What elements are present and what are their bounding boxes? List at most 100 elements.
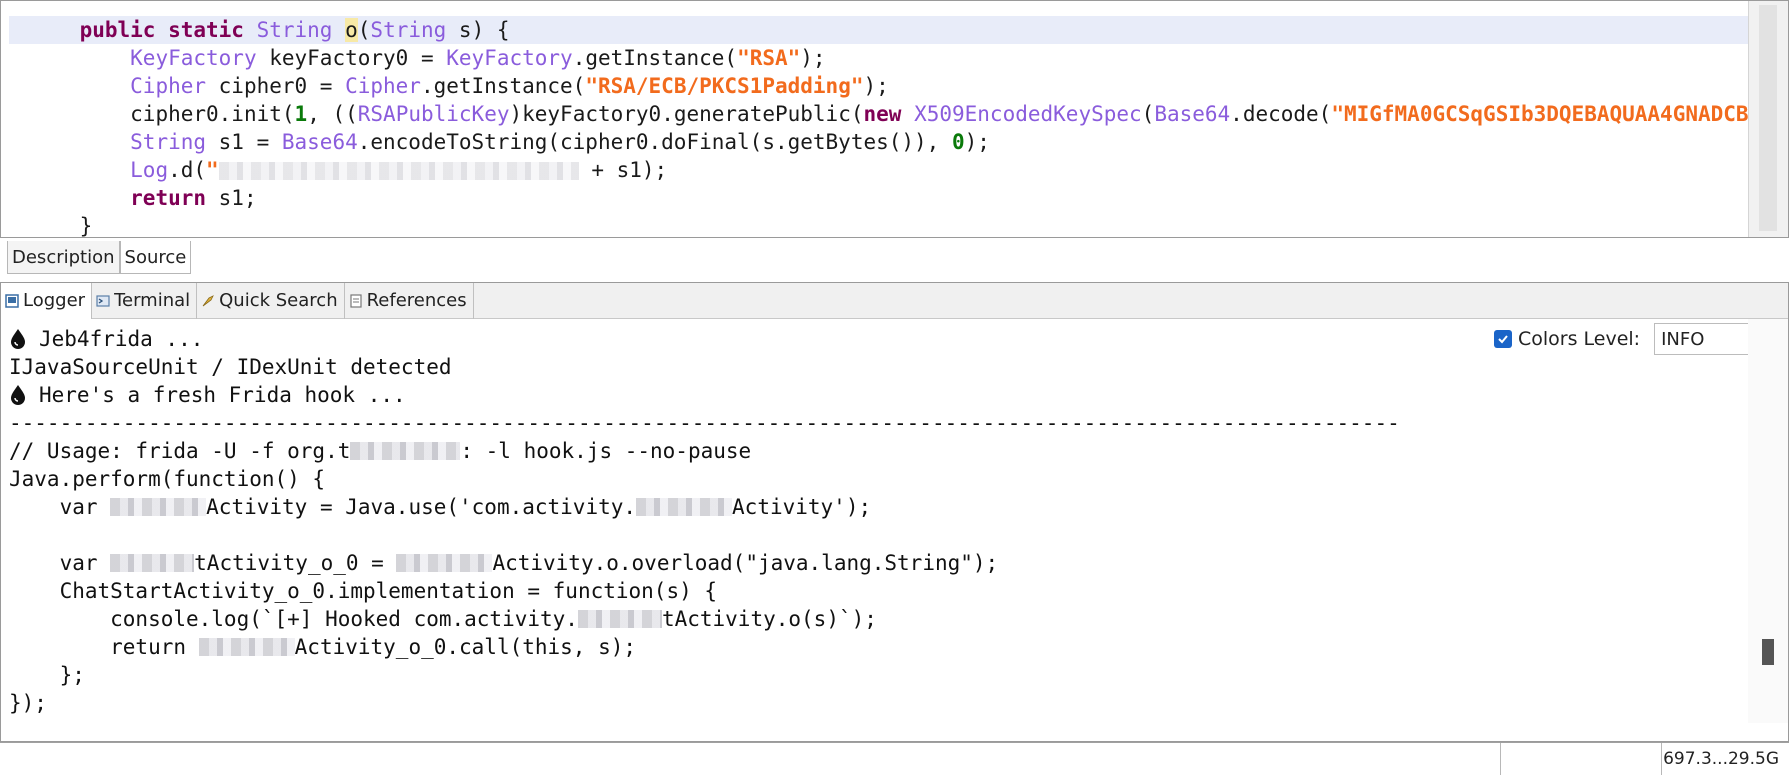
logger-options: Colors Level: INFO bbox=[1494, 323, 1783, 355]
redacted-text bbox=[218, 162, 579, 180]
code-token: cipher0.init( bbox=[130, 102, 295, 126]
log-line: return Activity_o_0.call(this, s); bbox=[9, 633, 1749, 661]
log-line: Jeb4frida ... bbox=[9, 325, 1749, 353]
log-text: IJavaSourceUnit / IDexUnit detected bbox=[9, 355, 452, 379]
editor-scrollbar-thumb[interactable] bbox=[1759, 5, 1777, 231]
code-token: String bbox=[370, 18, 447, 42]
editor-tabs: Description Source bbox=[7, 241, 192, 274]
code-token: s1; bbox=[206, 186, 257, 210]
log-line: console.log(`[+] Hooked com.activity. tAc… bbox=[9, 605, 1749, 633]
colors-checkbox[interactable] bbox=[1494, 330, 1512, 348]
tab-source[interactable]: Source bbox=[119, 241, 192, 274]
log-text: // Usage: frida -U -f org.t bbox=[9, 439, 351, 463]
view-tabs: Logger Terminal Quick Search References bbox=[1, 283, 1788, 319]
code-token: 1 bbox=[294, 102, 308, 126]
code-token: ); bbox=[964, 130, 990, 154]
log-text: }; bbox=[9, 663, 85, 687]
memory-usage[interactable]: 697.3...29.5G bbox=[1663, 749, 1779, 769]
code-token: .decode( bbox=[1230, 102, 1332, 126]
code-editor[interactable]: public static String o(String s) { KeyFa… bbox=[0, 0, 1789, 238]
redacted-text bbox=[577, 610, 662, 628]
editor-scrollbar[interactable] bbox=[1748, 1, 1788, 237]
redacted-text bbox=[110, 498, 207, 516]
code-token: s1 = bbox=[206, 130, 282, 154]
code-token: , (( bbox=[307, 102, 358, 126]
log-text: ChatStartActivity_o_0.implementation = f… bbox=[9, 579, 718, 603]
tab-logger-label: Logger bbox=[23, 290, 86, 311]
code-token: ( bbox=[357, 18, 371, 42]
code-token: Base64 bbox=[281, 130, 358, 154]
status-separator bbox=[1500, 743, 1501, 775]
log-line: var tActivity_o_0 = Activity.o.overload(… bbox=[9, 549, 1749, 577]
tab-references[interactable]: References bbox=[345, 283, 474, 319]
code-token: .d( bbox=[168, 158, 207, 182]
code-token: "RSA/ECB/PKCS1Padding" bbox=[585, 74, 864, 98]
code-line[interactable]: Cipher cipher0 = Cipher.getInstance("RSA… bbox=[9, 72, 1749, 100]
colors-label: Colors bbox=[1518, 328, 1578, 350]
log-text: Jeb4frida ... bbox=[39, 327, 204, 351]
log-text: return bbox=[9, 635, 199, 659]
bottom-view-panel: Logger Terminal Quick Search References … bbox=[0, 282, 1789, 742]
quick-search-icon bbox=[202, 295, 215, 307]
redacted-text bbox=[198, 638, 295, 656]
code-token: .getInstance( bbox=[420, 74, 586, 98]
references-icon bbox=[350, 294, 362, 308]
log-text: console.log(`[+] Hooked com.activity. bbox=[9, 607, 578, 631]
status-bar: 697.3...29.5G bbox=[0, 742, 1789, 775]
code-token: s) { bbox=[446, 18, 510, 42]
code-token: Base64 bbox=[1154, 102, 1231, 126]
code-token: ( bbox=[1141, 102, 1155, 126]
code-line[interactable]: KeyFactory keyFactory0 = KeyFactory.getI… bbox=[9, 44, 1749, 72]
drop-icon bbox=[11, 329, 25, 349]
log-text: var bbox=[9, 551, 111, 575]
log-line: }); bbox=[9, 689, 1749, 717]
code-token: public static bbox=[79, 18, 257, 42]
code-token: X509EncodedKeySpec bbox=[914, 102, 1142, 126]
code-line[interactable]: public static String o(String s) { bbox=[9, 16, 1749, 44]
code-token: Log bbox=[130, 158, 169, 182]
code-line[interactable]: String s1 = Base64.encodeToString(cipher… bbox=[9, 128, 1749, 156]
code-token: " bbox=[206, 158, 219, 182]
code-token: .getInstance( bbox=[572, 46, 738, 70]
code-token: keyFactory0 = bbox=[256, 46, 447, 70]
drop-icon bbox=[11, 385, 25, 405]
log-text: Here's a fresh Frida hook ... bbox=[39, 383, 406, 407]
tab-quick-search[interactable]: Quick Search bbox=[197, 283, 345, 319]
terminal-icon bbox=[96, 295, 110, 307]
code-line[interactable]: Log.d(" + s1); bbox=[9, 156, 1749, 184]
log-line: Java.perform(function() { bbox=[9, 465, 1749, 493]
code-area[interactable]: public static String o(String s) { KeyFa… bbox=[9, 16, 1749, 237]
log-text: Activity.o.overload("java.lang.String"); bbox=[492, 551, 999, 575]
check-icon bbox=[1498, 335, 1508, 344]
code-token: new bbox=[863, 102, 915, 126]
tab-logger[interactable]: Logger bbox=[1, 283, 93, 319]
tab-references-label: References bbox=[366, 290, 467, 311]
code-token: String bbox=[130, 130, 207, 154]
code-token: "MIGfMA0GCSqGSIb3DQEBAQUAA4GNADCBiQKB bbox=[1331, 102, 1749, 126]
log-line: // Usage: frida -U -f org.t: -l hook.js … bbox=[9, 437, 1749, 465]
log-text: Java.perform(function() { bbox=[9, 467, 326, 491]
code-token: return bbox=[130, 186, 207, 210]
code-token: Cipher bbox=[345, 74, 421, 98]
logger-output[interactable]: Jeb4frida ... IJavaSourceUnit / IDexUnit … bbox=[9, 325, 1749, 725]
tab-description[interactable]: Description bbox=[7, 241, 120, 274]
log-line: var Activity = Java.use('com.activity. Ac… bbox=[9, 493, 1749, 521]
logger-scrollbar-thumb[interactable] bbox=[1762, 639, 1774, 665]
redacted-text bbox=[350, 442, 461, 460]
code-line[interactable]: return s1; bbox=[9, 184, 1749, 212]
redacted-text bbox=[110, 554, 195, 572]
code-line[interactable]: } bbox=[9, 212, 1749, 237]
log-text: }); bbox=[9, 691, 47, 715]
logger-scrollbar[interactable] bbox=[1748, 319, 1788, 723]
log-line: Here's a fresh Frida hook ... bbox=[9, 381, 1749, 409]
logger-icon bbox=[5, 294, 19, 308]
log-text: tActivity.o(s)`); bbox=[661, 607, 877, 631]
code-line[interactable]: cipher0.init(1, ((RSAPublicKey)keyFactor… bbox=[9, 100, 1749, 128]
code-token: Cipher bbox=[130, 74, 207, 98]
code-token: RSAPublicKey bbox=[357, 102, 510, 126]
tab-terminal[interactable]: Terminal bbox=[92, 283, 198, 319]
level-value: INFO bbox=[1661, 328, 1705, 350]
log-text: ----------------------------------------… bbox=[9, 411, 1400, 435]
code-token: ); bbox=[863, 74, 889, 98]
code-token: "RSA" bbox=[737, 46, 801, 70]
